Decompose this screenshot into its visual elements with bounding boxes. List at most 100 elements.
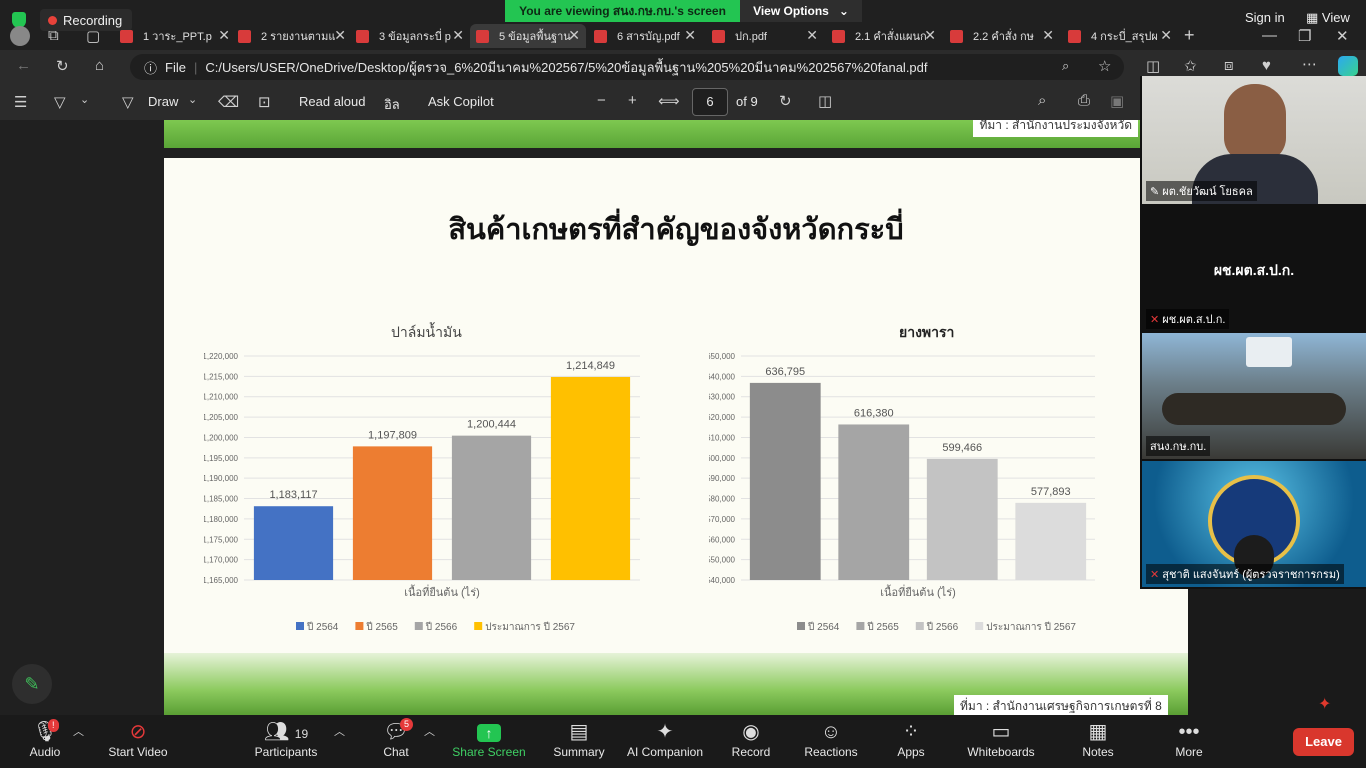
print-icon[interactable]: ⎙ bbox=[1078, 92, 1090, 109]
y-tick-label: 600,000 bbox=[709, 454, 736, 463]
edit-pencil-button[interactable]: ✎ bbox=[12, 664, 52, 704]
record-button[interactable]: ◉ Record bbox=[706, 719, 796, 759]
ai-companion-label: AI Companion bbox=[626, 745, 704, 759]
summary-button[interactable]: ▤ Summary bbox=[534, 719, 624, 759]
y-tick-label: 650,000 bbox=[709, 352, 736, 361]
close-icon[interactable]: ✕ bbox=[684, 27, 696, 44]
tab-6[interactable]: ปก.pdf ✕ bbox=[712, 24, 818, 48]
tab-5[interactable]: 6 สารบัญ.pdf ✕ bbox=[594, 24, 696, 48]
close-icon[interactable]: ✕ bbox=[924, 27, 936, 44]
legend-swatch bbox=[915, 622, 924, 630]
mic-muted-icon: ✕ bbox=[1150, 569, 1163, 581]
contents-icon[interactable]: ☰ bbox=[14, 93, 27, 111]
copilot-icon[interactable] bbox=[1338, 56, 1358, 76]
tab-3[interactable]: 3 ข้อมูลกระบี่ p ✕ bbox=[356, 24, 464, 48]
legend-swatch bbox=[474, 622, 483, 630]
more-button[interactable]: ••• More bbox=[1144, 719, 1234, 759]
zoom-in-icon[interactable]: + bbox=[628, 92, 637, 109]
chevron-up-icon[interactable]: ︿ bbox=[424, 723, 435, 739]
pin-icon: ✎ bbox=[1150, 186, 1163, 198]
fit-page-icon[interactable]: ⟺ bbox=[658, 92, 680, 110]
leave-button[interactable]: Leave bbox=[1293, 728, 1354, 756]
text-box-icon[interactable]: ⊡ bbox=[258, 93, 271, 111]
view-menu[interactable]: ▦ View bbox=[1306, 10, 1350, 26]
ai-companion-button[interactable]: ✦ AI Companion bbox=[620, 719, 710, 759]
page-view-icon[interactable]: ◫ bbox=[818, 92, 832, 110]
share-screen-button[interactable]: ↑ Share Screen bbox=[444, 719, 534, 759]
video-panel: ✎ ผต.ชัยวัฒน์ โยธคล ผช.ผต.ส.ป.ก. ✕ ผช.ผต… bbox=[1140, 76, 1366, 589]
tab-1[interactable]: 1 วาระ_PPT.p ✕ bbox=[120, 24, 230, 48]
highlight-icon[interactable]: ▽ bbox=[54, 93, 66, 111]
home-icon[interactable]: ⌂ bbox=[95, 57, 104, 74]
ask-copilot-button[interactable]: Ask Copilot bbox=[428, 94, 494, 109]
chevron-up-icon[interactable]: ︿ bbox=[334, 723, 345, 739]
back-icon[interactable]: ← bbox=[16, 57, 31, 74]
start-video-button[interactable]: ⊘ Start Video bbox=[93, 719, 183, 759]
close-icon[interactable]: ✕ bbox=[1042, 27, 1054, 44]
acrobat-icon[interactable]: ✦ bbox=[1318, 694, 1331, 714]
save-icon[interactable]: ▣ bbox=[1110, 92, 1124, 110]
participants-button[interactable]: 👥︎ 19 Participants bbox=[241, 719, 331, 759]
split-screen-icon[interactable]: ◫ bbox=[1146, 57, 1160, 75]
close-icon[interactable]: ✕ bbox=[806, 27, 818, 44]
apps-button[interactable]: ⁘ Apps bbox=[866, 719, 956, 759]
refresh-icon[interactable]: ↻ bbox=[56, 57, 69, 75]
close-icon[interactable]: ✕ bbox=[568, 27, 580, 44]
reactions-button[interactable]: ☺ Reactions bbox=[786, 719, 876, 759]
zoom-out-icon[interactable]: − bbox=[597, 92, 606, 109]
translate-button[interactable]: อิล bbox=[384, 94, 400, 115]
close-icon[interactable]: ✕ bbox=[1160, 27, 1172, 44]
video-tile-4[interactable]: ✕ สุชาติ แสงจันทร์ (ผู้ตรวจราชการกรม) bbox=[1142, 461, 1366, 587]
health-icon[interactable]: ♥ bbox=[1262, 57, 1271, 74]
viewing-banner-text: You are viewing สนง.กษ.กบ.'s screen bbox=[519, 3, 726, 18]
rotate-icon[interactable]: ↻ bbox=[779, 92, 792, 110]
sign-in-link[interactable]: Sign in bbox=[1245, 10, 1285, 25]
minimize-icon[interactable]: — bbox=[1262, 27, 1277, 44]
chevron-down-icon[interactable]: ⌄ bbox=[80, 93, 89, 106]
meeting-room-banner bbox=[1246, 337, 1292, 367]
draw-icon[interactable]: ▽ bbox=[122, 93, 134, 111]
chat-badge: 5 bbox=[400, 718, 414, 731]
address-bar[interactable]: ⓘ File | C:/Users/USER/OneDrive/Desktop/… bbox=[130, 54, 1124, 80]
new-tab-icon[interactable]: + bbox=[1184, 25, 1195, 46]
close-icon[interactable]: ✕ bbox=[452, 27, 464, 44]
more-icon[interactable]: ⋯ bbox=[1302, 55, 1317, 73]
video-tile-2[interactable]: ผช.ผต.ส.ป.ก. ✕ ผช.ผต.ส.ป.ก. bbox=[1142, 204, 1366, 332]
restore-icon[interactable]: ❐ bbox=[1298, 27, 1311, 45]
search-icon[interactable]: ⌕ bbox=[1038, 92, 1046, 109]
workspaces-icon[interactable]: ⧉ bbox=[48, 27, 59, 44]
collections-icon[interactable]: ⧈ bbox=[1224, 57, 1234, 74]
close-window-icon[interactable]: ✕ bbox=[1336, 27, 1349, 45]
tab-8[interactable]: 2.2 คำสั่ง กษ ✕ bbox=[950, 24, 1054, 48]
tab-label: 5 ข้อมูลพื้นฐาน bbox=[499, 31, 571, 43]
view-options-button[interactable]: View Options ⌄ bbox=[740, 0, 862, 22]
bar bbox=[838, 424, 910, 580]
close-icon[interactable]: ✕ bbox=[218, 27, 230, 44]
eraser-icon[interactable]: ⌫ bbox=[218, 93, 239, 111]
y-tick-label: 1,165,000 bbox=[204, 576, 239, 585]
read-aloud-button[interactable]: Read aloud bbox=[299, 94, 366, 109]
tab-7[interactable]: 2.1 คำสั่งแผนก ✕ bbox=[832, 24, 936, 48]
chevron-down-icon[interactable]: ⌄ bbox=[188, 93, 197, 106]
whiteboards-button[interactable]: ▭ Whiteboards bbox=[956, 719, 1046, 759]
info-icon: ⓘ bbox=[144, 60, 158, 76]
pdf-icon bbox=[832, 29, 845, 43]
tab-actions-icon[interactable]: ▢ bbox=[86, 27, 100, 45]
profile-avatar[interactable] bbox=[10, 26, 30, 46]
apps-label: Apps bbox=[897, 745, 925, 759]
draw-button[interactable]: Draw bbox=[148, 94, 178, 109]
tab-4-active[interactable]: 5 ข้อมูลพื้นฐาน ✕ bbox=[470, 24, 586, 48]
chevron-up-icon[interactable]: ︿ bbox=[73, 723, 84, 739]
notes-button[interactable]: ▦ Notes bbox=[1053, 719, 1143, 759]
video-tile-3[interactable]: สนง.กษ.กบ. bbox=[1142, 333, 1366, 459]
page-number-input[interactable]: 6 bbox=[692, 88, 728, 116]
pdf-icon bbox=[476, 29, 489, 43]
tab-9[interactable]: 4 กระบี่_สรุปผ ✕ bbox=[1068, 24, 1172, 48]
data-label: 599,466 bbox=[942, 442, 982, 454]
favorite-star-icon[interactable]: ☆ bbox=[1098, 57, 1111, 75]
favorites-icon[interactable]: ✩ bbox=[1184, 57, 1197, 75]
close-icon[interactable]: ✕ bbox=[334, 27, 346, 44]
video-tile-1[interactable]: ✎ ผต.ชัยวัฒน์ โยธคล bbox=[1142, 76, 1366, 204]
zoom-icon[interactable]: ⌕ bbox=[1062, 58, 1069, 74]
tab-2[interactable]: 2 รายงานตามแ ✕ bbox=[238, 24, 346, 48]
